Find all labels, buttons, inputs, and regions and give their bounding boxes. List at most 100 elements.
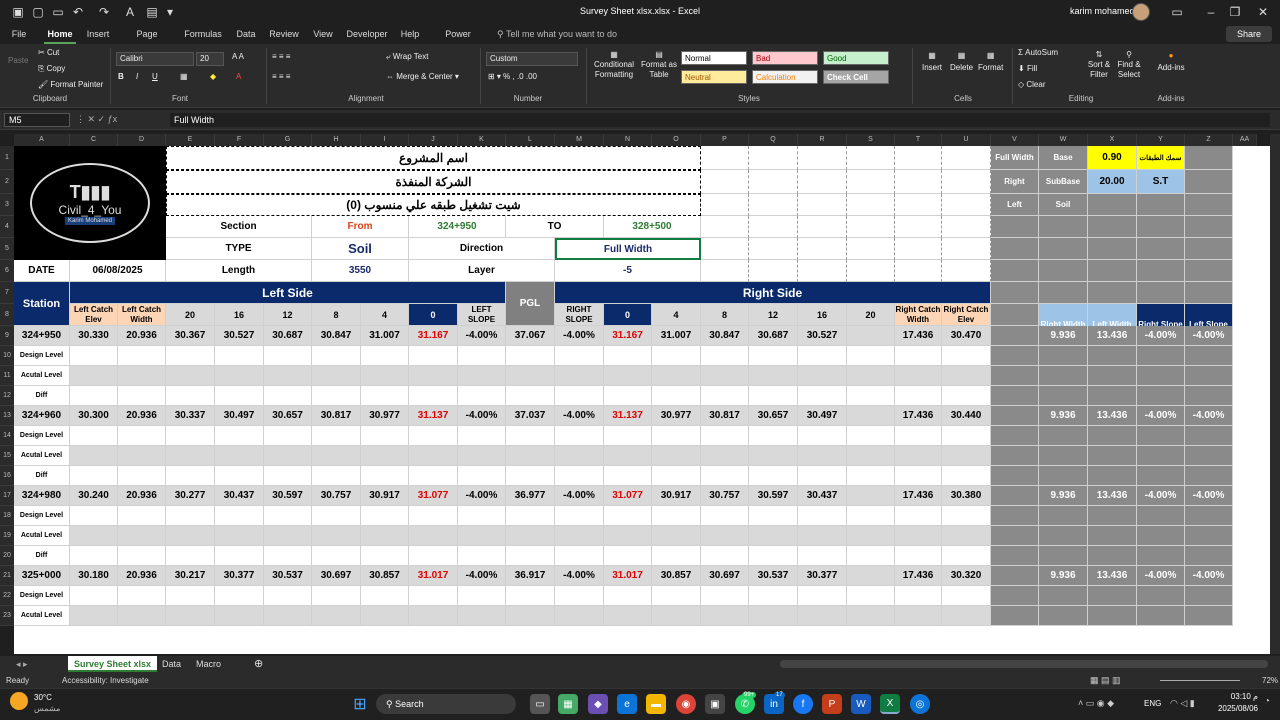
empty-cell[interactable] (847, 366, 895, 386)
autosave-icon[interactable]: ▣ (10, 4, 26, 20)
side-cell[interactable] (991, 406, 1039, 426)
empty-cell[interactable] (166, 426, 215, 446)
side-cell[interactable] (1137, 546, 1185, 566)
empty-cell[interactable] (506, 426, 555, 446)
empty-cell[interactable] (555, 346, 604, 366)
tray-icons[interactable]: ˄ ▭ ◉ ◆ (1078, 698, 1114, 709)
font-grow-icon[interactable]: A A (232, 52, 244, 61)
empty-cell[interactable] (942, 466, 991, 486)
number-format-select[interactable]: Custom (486, 52, 578, 66)
empty-cell[interactable] (749, 346, 798, 366)
empty-cell[interactable] (847, 170, 895, 194)
data-cell[interactable]: 31.017 (604, 566, 652, 586)
side-soil[interactable]: Soil (1039, 194, 1088, 216)
station-value[interactable]: 324+950 (14, 326, 70, 346)
empty-cell[interactable] (798, 446, 847, 466)
side-subbase-thickness[interactable]: 20.00 (1088, 170, 1137, 194)
sub-row-label[interactable]: Diff (14, 466, 70, 486)
row-header[interactable]: 23 (0, 606, 14, 626)
empty-cell[interactable] (555, 506, 604, 526)
share-button[interactable]: Share (1226, 26, 1272, 42)
length-value[interactable]: 3550 (312, 260, 409, 282)
column-header[interactable]: I (361, 134, 409, 146)
empty-cell[interactable] (798, 216, 847, 238)
data-cell[interactable]: 30.537 (749, 566, 798, 586)
empty-cell[interactable] (942, 606, 991, 626)
side-right[interactable]: Right (991, 170, 1039, 194)
empty-cell[interactable] (749, 194, 798, 216)
empty-cell[interactable] (749, 606, 798, 626)
empty-cell[interactable] (312, 346, 361, 366)
column-title[interactable]: Left Catch Width (118, 304, 166, 326)
empty-cell[interactable] (749, 216, 798, 238)
empty-cell[interactable] (70, 466, 118, 486)
data-cell[interactable]: 30.687 (264, 326, 312, 346)
empty-cell[interactable] (264, 386, 312, 406)
column-header[interactable]: W (1039, 134, 1088, 146)
side-cell[interactable] (1137, 282, 1185, 304)
side-cell[interactable] (1039, 346, 1088, 366)
empty-cell[interactable] (749, 146, 798, 170)
sub-row-label[interactable]: Acutal Level (14, 446, 70, 466)
side-cell[interactable] (1088, 216, 1137, 238)
fill-color-icon[interactable]: ◆ (210, 72, 216, 81)
empty-cell[interactable] (215, 526, 264, 546)
data-cell[interactable]: 31.017 (409, 566, 458, 586)
empty-cell[interactable] (118, 606, 166, 626)
column-header[interactable]: T (895, 134, 942, 146)
side-cell[interactable] (1137, 194, 1185, 216)
app2-icon[interactable]: ◎ (910, 694, 930, 714)
side-full-width[interactable]: Full Width (991, 146, 1039, 170)
data-cell[interactable]: -4.00% (555, 406, 604, 426)
empty-cell[interactable] (847, 446, 895, 466)
column-header[interactable]: AA (1233, 134, 1257, 146)
empty-cell[interactable] (652, 606, 701, 626)
empty-cell[interactable] (749, 366, 798, 386)
side-value[interactable]: -4.00% (1137, 486, 1185, 506)
empty-cell[interactable] (604, 586, 652, 606)
empty-cell[interactable] (701, 426, 749, 446)
empty-cell[interactable] (798, 546, 847, 566)
empty-cell[interactable] (118, 546, 166, 566)
data-cell[interactable]: 30.687 (749, 326, 798, 346)
empty-cell[interactable] (166, 506, 215, 526)
format-cells-button[interactable]: ▦ Format (978, 50, 1003, 74)
data-cell[interactable]: 30.847 (701, 326, 749, 346)
empty-cell[interactable] (361, 386, 409, 406)
empty-cell[interactable] (409, 526, 458, 546)
empty-cell[interactable] (264, 366, 312, 386)
side-cell[interactable] (1185, 170, 1233, 194)
direction-value[interactable]: Full Width (555, 238, 701, 260)
data-cell[interactable]: 17.436 (895, 486, 942, 506)
empty-cell[interactable] (895, 446, 942, 466)
row-header[interactable]: 17 (0, 486, 14, 506)
empty-cell[interactable] (847, 346, 895, 366)
side-cell[interactable] (1185, 216, 1233, 238)
style-neutral[interactable]: Neutral (681, 70, 747, 84)
empty-cell[interactable] (749, 526, 798, 546)
empty-cell[interactable] (555, 586, 604, 606)
empty-cell[interactable] (942, 446, 991, 466)
column-title[interactable]: 12 (749, 304, 798, 326)
side-cell[interactable] (1185, 238, 1233, 260)
tab-developer[interactable]: Developer (346, 24, 388, 44)
empty-cell[interactable] (798, 146, 847, 170)
side-value[interactable]: -4.00% (1185, 406, 1233, 426)
tab-help[interactable]: Help (398, 24, 422, 44)
add-sheet-icon[interactable]: ⊕ (248, 656, 269, 672)
side-value[interactable]: 13.436 (1088, 486, 1137, 506)
column-header[interactable]: Z (1185, 134, 1233, 146)
column-header[interactable]: R (798, 134, 847, 146)
row-header[interactable]: 22 (0, 586, 14, 606)
empty-cell[interactable] (895, 194, 942, 216)
column-header[interactable]: D (118, 134, 166, 146)
side-cell[interactable] (991, 386, 1039, 406)
empty-cell[interactable] (798, 194, 847, 216)
column-header[interactable]: V (991, 134, 1039, 146)
side-cell[interactable] (1137, 586, 1185, 606)
column-title[interactable]: Right Catch Elev (942, 304, 991, 326)
tab-insert[interactable]: Insert (84, 24, 112, 44)
empty-cell[interactable] (166, 446, 215, 466)
data-cell[interactable]: 31.137 (409, 406, 458, 426)
side-value[interactable]: 9.936 (1039, 486, 1088, 506)
